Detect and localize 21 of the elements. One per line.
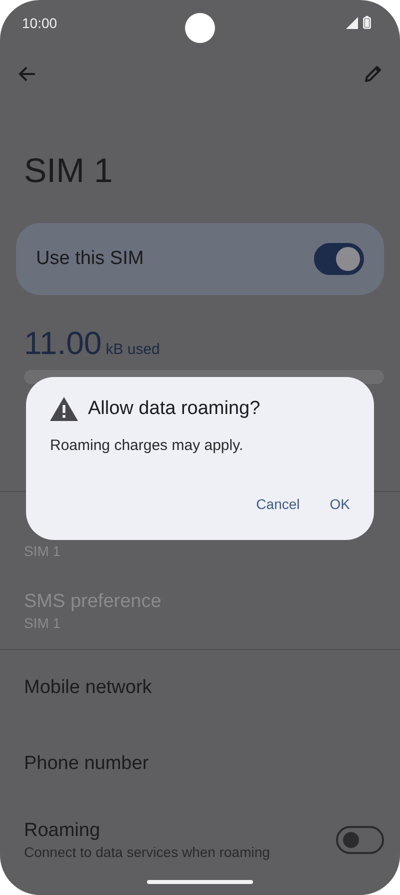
back-arrow-icon xyxy=(18,66,36,82)
dialog-message: Roaming charges may apply. xyxy=(50,437,244,454)
setting-title[interactable]: Roaming xyxy=(24,820,270,842)
warning-icon xyxy=(50,397,78,421)
toggle-switch[interactable] xyxy=(336,826,384,854)
battery-icon xyxy=(363,16,371,29)
data-usage-unit: kB used xyxy=(106,341,160,358)
use-sim-card[interactable]: Use this SIM xyxy=(16,223,384,295)
toggle-switch[interactable] xyxy=(314,243,364,275)
data-usage-amount: 11.00 xyxy=(24,325,102,362)
status-time: 10:00 xyxy=(22,14,58,30)
camera-hole-icon xyxy=(185,13,215,43)
dialog-button[interactable]: OK xyxy=(320,490,360,518)
signal-icon xyxy=(346,16,358,28)
setting-title[interactable]: Mobile network xyxy=(24,677,152,699)
use-sim-label: Use this SIM xyxy=(36,248,144,270)
page-title: SIM 1 xyxy=(24,151,114,191)
setting-title[interactable]: Phone number xyxy=(24,753,149,775)
pencil-icon xyxy=(364,65,382,83)
dialog-button[interactable]: Cancel xyxy=(246,490,310,518)
dialog-title: Allow data roaming? xyxy=(88,398,260,420)
